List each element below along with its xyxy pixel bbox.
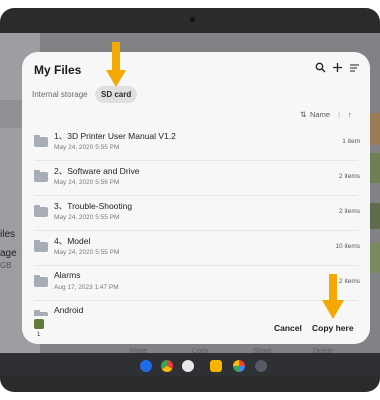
list-item[interactable]: 3、Trouble-Shooting May 24, 2020 5:55 PM … bbox=[22, 196, 370, 231]
folder-name: 3、Trouble-Shooting bbox=[54, 201, 133, 211]
sort-divider: | bbox=[338, 110, 340, 119]
folder-name: 1、3D Printer User Manual V1.2 bbox=[54, 131, 176, 141]
copy-dialog: My Files Internal storage SD card ⇅ Name… bbox=[22, 52, 370, 344]
tab-internal-storage[interactable]: Internal storage bbox=[32, 86, 88, 103]
sort-icon[interactable]: ⇅ bbox=[300, 110, 306, 119]
messages-icon[interactable] bbox=[140, 360, 152, 372]
dialog-title: My Files bbox=[34, 63, 82, 77]
list-item[interactable]: 1、3D Printer User Manual V1.2 May 24, 20… bbox=[22, 126, 370, 161]
folder-name: Android bbox=[54, 305, 84, 315]
dialog-footer: 1 Cancel Copy here bbox=[22, 316, 370, 344]
settings-icon[interactable] bbox=[255, 360, 267, 372]
folder-name: Alarms bbox=[54, 270, 81, 280]
folder-date: May 24, 2020 5:55 PM bbox=[54, 214, 120, 221]
folder-icon bbox=[34, 135, 48, 147]
arrow-down-icon bbox=[322, 274, 344, 325]
files-app-icon[interactable] bbox=[210, 360, 222, 372]
arrow-down-icon bbox=[106, 42, 126, 93]
background-photo bbox=[369, 243, 380, 273]
list-item[interactable]: Alarms Aug 17, 2023 1:47 PM 2 items bbox=[22, 266, 370, 301]
photos-icon[interactable] bbox=[233, 360, 245, 372]
folder-icon bbox=[34, 240, 48, 252]
folder-item-count: 1 item bbox=[342, 138, 360, 145]
folder-item-count: 2 items bbox=[339, 208, 360, 215]
list-item[interactable]: Android bbox=[22, 301, 370, 316]
folder-name: 2、Software and Drive bbox=[54, 166, 140, 176]
chrome-icon[interactable] bbox=[161, 360, 173, 372]
select-icon[interactable] bbox=[349, 62, 360, 76]
folder-list: 1、3D Printer User Manual V1.2 May 24, 20… bbox=[22, 126, 370, 316]
folder-date: May 24, 2020 5:56 PM bbox=[54, 179, 120, 186]
selected-thumbnail bbox=[34, 319, 44, 329]
sort-label[interactable]: Name bbox=[310, 110, 330, 119]
search-icon[interactable] bbox=[315, 62, 326, 76]
folder-date: Aug 17, 2023 1:47 PM bbox=[54, 284, 119, 291]
plus-icon[interactable] bbox=[332, 62, 343, 76]
arrow-up-icon[interactable]: ↑ bbox=[348, 110, 352, 119]
list-item[interactable]: 4、Model May 24, 2020 5:55 PM 10 items bbox=[22, 231, 370, 266]
list-item[interactable]: 2、Software and Drive May 24, 2020 5:56 P… bbox=[22, 161, 370, 196]
camera-app-icon[interactable] bbox=[182, 360, 194, 372]
folder-date: May 24, 2020 5:55 PM bbox=[54, 144, 120, 151]
background-photo bbox=[369, 203, 380, 229]
selected-count: 1 bbox=[37, 332, 41, 338]
background-photo bbox=[369, 153, 380, 183]
background-thumbnails bbox=[369, 93, 380, 308]
folder-icon bbox=[34, 170, 48, 182]
front-camera bbox=[190, 17, 195, 22]
folder-item-count: 2 items bbox=[339, 173, 360, 180]
background-label-files: iles bbox=[0, 229, 16, 240]
background-label-storage: age bbox=[0, 248, 17, 259]
sort-bar: ⇅ Name | ↑ bbox=[300, 110, 360, 120]
background-photo bbox=[369, 113, 380, 145]
folder-item-count: 10 items bbox=[335, 243, 360, 250]
folder-icon bbox=[34, 275, 48, 287]
folder-name: 4、Model bbox=[54, 236, 91, 246]
background-label-size: GB bbox=[0, 261, 12, 270]
folder-icon bbox=[34, 205, 48, 217]
cancel-button[interactable]: Cancel bbox=[274, 323, 302, 333]
taskbar bbox=[0, 353, 380, 376]
folder-date: May 24, 2020 5:55 PM bbox=[54, 249, 120, 256]
